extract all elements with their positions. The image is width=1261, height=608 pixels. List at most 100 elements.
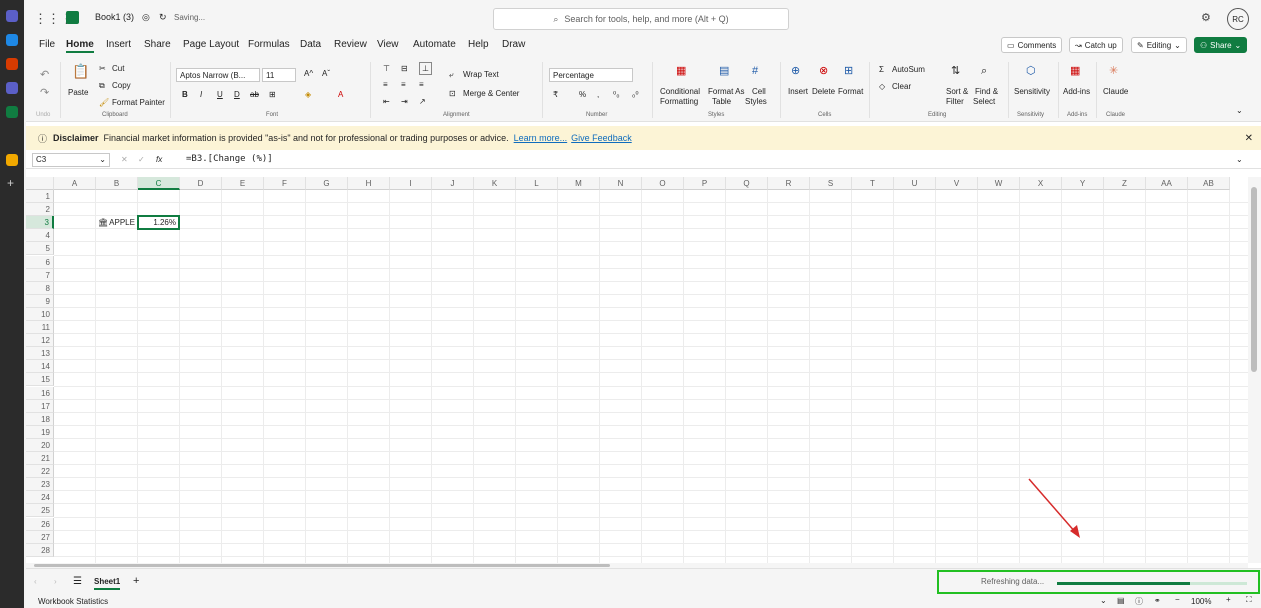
row-header[interactable]: 2 [26,203,54,217]
column-header[interactable]: P [684,177,726,190]
copy-button[interactable]: Copy [112,81,131,90]
close-icon[interactable]: ✕ [1245,133,1253,144]
decrease-indent-icon[interactable]: ⇤ [383,97,390,106]
row-header[interactable]: 12 [26,334,54,348]
cell-b3[interactable]: 🏛APPLE I [98,218,139,227]
learn-more-link[interactable]: Learn more... [514,133,568,143]
tab-page-layout[interactable]: Page Layout [183,39,239,50]
format-as-table-button[interactable]: Format As [708,87,744,96]
column-header[interactable]: B [96,177,138,190]
column-header[interactable]: W [978,177,1020,190]
column-header[interactable]: J [432,177,474,190]
decrease-font-icon[interactable]: Aˇ [322,69,330,78]
row-header[interactable]: 19 [26,425,54,439]
delete-cells-icon[interactable]: ⊗ [819,66,828,77]
column-header[interactable]: N [600,177,642,190]
row-header[interactable]: 16 [26,386,54,400]
column-header[interactable]: I [390,177,432,190]
chevron-down-icon[interactable]: ⌄ [1100,596,1107,605]
document-title[interactable]: Book1 (3) [95,12,134,22]
app-icon[interactable] [6,34,18,46]
copy-icon[interactable]: ⧉ [99,81,105,91]
select-all-corner[interactable] [26,177,54,190]
add-sheet-icon[interactable]: + [133,575,139,587]
row-header[interactable]: 3 [26,216,54,230]
column-header[interactable]: U [894,177,936,190]
normal-view-icon[interactable]: ▤ [1117,596,1125,605]
column-header[interactable]: L [516,177,558,190]
column-header[interactable]: AA [1146,177,1188,190]
row-header[interactable]: 1 [26,190,54,203]
paste-button[interactable]: Paste [68,88,88,97]
row-header[interactable]: 17 [26,399,54,413]
workbook-statistics-button[interactable]: Workbook Statistics [38,597,108,606]
find-select-icon[interactable]: ⌕ [981,66,987,77]
find-select-button[interactable]: Find & [975,87,998,96]
column-header[interactable]: D [180,177,222,190]
app-icon[interactable] [6,58,18,70]
row-header[interactable]: 13 [26,347,54,361]
font-size-dropdown[interactable]: 11 [262,68,296,82]
align-left-icon[interactable]: ≡ [383,80,388,89]
tab-insert[interactable]: Insert [106,39,131,50]
clear-icon[interactable]: ◇ [879,82,885,91]
excel-logo-icon[interactable] [66,11,79,24]
column-header[interactable]: F [264,177,306,190]
insert-function-icon[interactable]: fx [156,155,162,164]
merge-center-button[interactable]: Merge & Center [463,89,519,98]
sensitivity-icon[interactable]: ⬡ [1026,66,1036,77]
align-right-icon[interactable]: ≡ [419,80,424,89]
app-icon[interactable] [6,82,18,94]
vertical-scrollbar[interactable] [1248,177,1261,563]
add-ins-icon[interactable]: ▦ [1070,66,1080,77]
wrap-text-button[interactable]: Wrap Text [463,70,499,79]
row-header[interactable]: 7 [26,268,54,282]
column-header[interactable]: M [558,177,600,190]
increase-font-icon[interactable]: A^ [304,69,313,78]
font-color-icon[interactable]: A [338,90,343,99]
column-header[interactable]: S [810,177,852,190]
column-header[interactable]: Z [1104,177,1146,190]
fill-color-icon[interactable]: ◈ [305,90,311,99]
row-header[interactable]: 24 [26,491,54,505]
settings-gear-icon[interactable]: ⚙ [1201,11,1211,24]
row-header[interactable]: 27 [26,530,54,544]
tab-automate[interactable]: Automate [413,39,456,50]
strikethrough-icon[interactable]: ab [250,90,259,99]
claude-button[interactable]: Claude [1103,87,1128,96]
align-bottom-icon[interactable]: ⊥ [419,62,432,75]
redo-icon[interactable]: ↷ [40,88,49,99]
tab-review[interactable]: Review [334,39,367,50]
tab-formulas[interactable]: Formulas [248,39,290,50]
column-header[interactable]: T [852,177,894,190]
row-header[interactable]: 21 [26,452,54,465]
insert-cells-button[interactable]: Insert [788,87,808,96]
catch-up-button[interactable]: ↝ Catch up [1069,37,1123,53]
zoom-level[interactable]: 100% [1191,597,1211,606]
editing-mode-button[interactable]: ✎ Editing ⌄ [1131,37,1187,53]
column-header[interactable]: G [306,177,348,190]
autosum-button[interactable]: AutoSum [892,65,925,74]
insert-cells-icon[interactable]: ⊕ [791,66,800,77]
name-box[interactable]: C3 ⌄ [32,153,110,167]
conditional-formatting-button[interactable]: Conditional [660,87,700,96]
zoom-in-icon[interactable]: + [1226,595,1231,604]
column-header[interactable]: C [138,177,180,190]
format-as-table-button-line2[interactable]: Table [712,97,731,106]
formula-input[interactable]: =B3.[Change (%)] [186,154,273,164]
scrollbar-thumb[interactable] [1251,187,1257,372]
format-cells-button[interactable]: Format [838,87,863,96]
row-header[interactable]: 20 [26,438,54,452]
claude-icon[interactable]: ✳ [1109,66,1118,77]
double-underline-icon[interactable]: D [234,90,240,99]
font-name-dropdown[interactable]: Aptos Narrow (B... [176,68,260,82]
row-header[interactable]: 10 [26,307,54,321]
column-header[interactable]: E [222,177,264,190]
comma-icon[interactable]: , [597,90,599,99]
accounting-format-icon[interactable]: ₹ [553,90,558,99]
row-header[interactable]: 28 [26,543,54,557]
all-sheets-menu-icon[interactable]: ☰ [73,576,82,587]
cancel-icon[interactable]: ✕ [121,155,128,164]
orientation-icon[interactable]: ↗ [419,97,426,106]
row-header[interactable]: 14 [26,360,54,374]
